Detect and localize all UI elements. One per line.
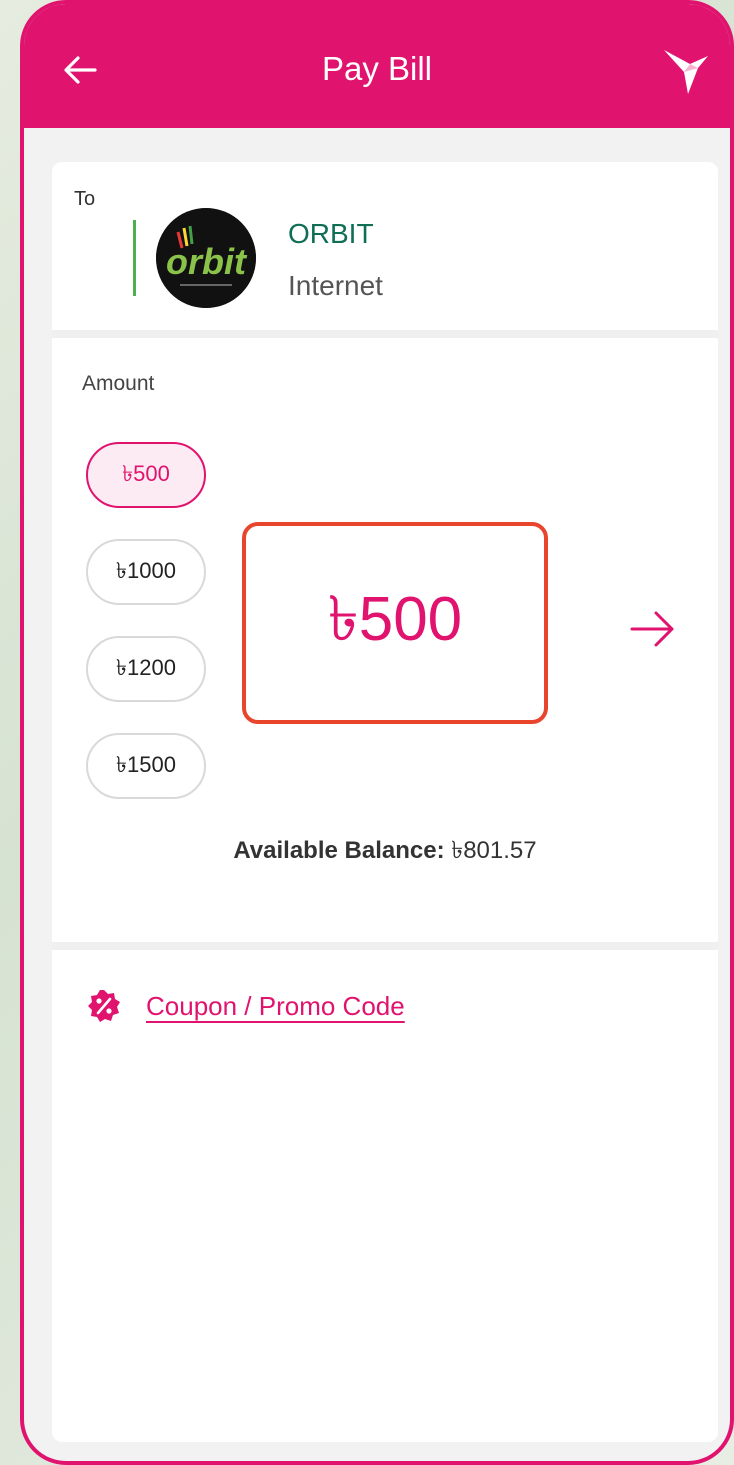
- biller-logo: orbit: [156, 208, 256, 308]
- accent-line: [133, 220, 136, 296]
- logo-text: orbit: [166, 241, 248, 282]
- amount-input[interactable]: ৳500: [242, 522, 548, 724]
- coupon-promo-link[interactable]: Coupon / Promo Code: [86, 988, 405, 1024]
- to-label: To: [74, 188, 96, 210]
- page-title: Pay Bill: [321, 50, 433, 87]
- amount-chip-1000[interactable]: ৳1000: [86, 539, 206, 605]
- discount-badge-icon: [88, 990, 120, 1022]
- amount-chip-500[interactable]: ৳500: [86, 442, 206, 508]
- balance-value: ৳801.57: [451, 837, 537, 864]
- app-header: Pay Bill: [24, 4, 730, 128]
- biller-name: ORBIT: [288, 218, 374, 249]
- divider: [52, 942, 718, 950]
- balance-label: Available Balance:: [233, 837, 445, 864]
- coupon-link-text: Coupon / Promo Code: [146, 990, 405, 1021]
- biller-type: Internet: [288, 270, 383, 301]
- amount-chip-1200[interactable]: ৳1200: [86, 636, 206, 702]
- amount-value: ৳500: [327, 584, 463, 654]
- arrow-right-icon[interactable]: [628, 608, 678, 650]
- available-balance: Available Balance: ৳801.57: [52, 832, 718, 872]
- amount-chip-1500[interactable]: ৳1500: [86, 733, 206, 799]
- recipient-section: To orbit ORBIT Internet: [52, 162, 718, 330]
- bird-logo-icon: [664, 50, 708, 94]
- phone-screen: Pay Bill To orbit ORBIT Internet Amount …: [20, 0, 734, 1465]
- divider: [52, 330, 718, 338]
- amount-label: Amount: [82, 372, 155, 395]
- bill-card: To orbit ORBIT Internet Amount ৳500 ৳100…: [52, 162, 718, 1442]
